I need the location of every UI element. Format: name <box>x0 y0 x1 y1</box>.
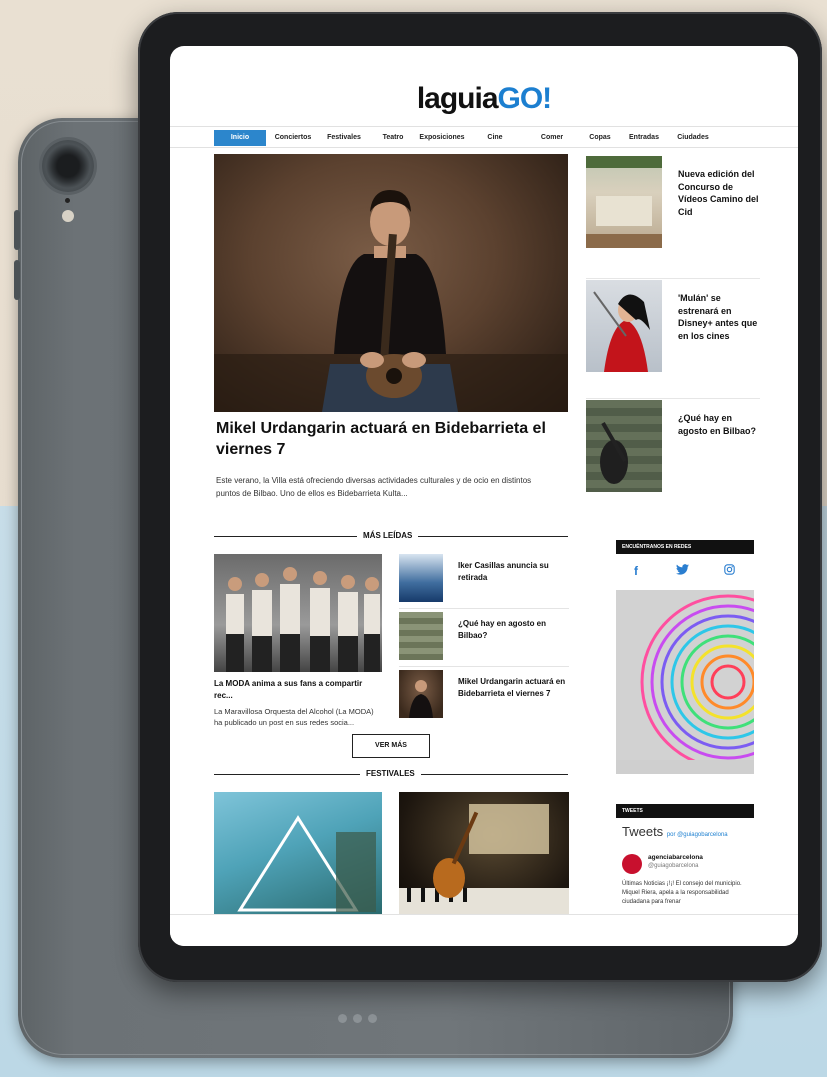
nav-item-festivales[interactable]: Festivales <box>320 130 368 146</box>
nav-item-entradas[interactable]: Entradas <box>622 130 666 146</box>
nav-item-ciudades[interactable]: Ciudades <box>672 130 714 146</box>
volume-button <box>14 260 20 300</box>
divider <box>399 608 569 609</box>
nav-item-comer[interactable]: Comer <box>532 130 572 146</box>
nav-item-copas[interactable]: Copas <box>584 130 616 146</box>
microphone-dot <box>65 198 70 203</box>
hero-image[interactable] <box>214 154 568 412</box>
twitter-icon[interactable] <box>676 564 689 578</box>
mas-leidas-item-title[interactable]: ¿Qué hay en agosto en Bilbao? <box>458 618 566 642</box>
side-news-title[interactable]: 'Mulán' se estrenará en Disney+ antes qu… <box>678 292 760 342</box>
smart-connector <box>338 1014 377 1023</box>
main-nav: Inicio Conciertos Festivales Teatro Expo… <box>170 126 798 148</box>
mas-leidas-item-image[interactable] <box>399 554 443 602</box>
mas-leidas-item-image[interactable] <box>399 612 443 660</box>
hero-lead: Este verano, la Villa está ofreciendo di… <box>216 476 532 498</box>
tweets-title-text: Tweets <box>622 824 664 839</box>
browser-bottom-bar <box>170 914 798 946</box>
mas-leidas-item-image[interactable] <box>399 670 443 718</box>
tweets-title: Tweets por @guiagobarcelona <box>622 824 728 839</box>
festival-card-image[interactable] <box>399 792 569 914</box>
side-news-title[interactable]: ¿Qué hay en agosto en Bilbao? <box>678 412 760 437</box>
ver-mas-button[interactable]: VER MÁS <box>352 734 430 758</box>
nav-item-exposiciones[interactable]: Exposiciones <box>414 130 470 146</box>
facebook-icon[interactable]: f <box>634 564 638 578</box>
tweet-author-name[interactable]: agenciabarcelona <box>648 854 703 861</box>
site-logo[interactable]: laguiaGO! <box>170 82 798 116</box>
divider <box>586 278 760 279</box>
volume-button <box>14 210 20 250</box>
divider <box>399 666 569 667</box>
divider <box>586 398 760 399</box>
nav-item-inicio[interactable]: Inicio <box>214 130 266 146</box>
tweet-author-handle[interactable]: @guiagobarcelona <box>648 863 698 869</box>
section-title-mas-leidas: MÁS LEÍDAS <box>357 531 419 540</box>
tablet-screen: laguiaGO! Inicio Conciertos Festivales T… <box>170 46 798 946</box>
nav-item-conciertos[interactable]: Conciertos <box>268 130 318 146</box>
logo-text: laguia <box>416 82 499 115</box>
festival-card-image[interactable] <box>214 792 382 914</box>
section-title-festivales: FESTIVALES <box>360 769 421 778</box>
hero-headline[interactable]: Mikel Urdangarin actuará en Bidebarrieta… <box>216 418 566 460</box>
side-news-image[interactable] <box>586 280 662 372</box>
mas-leidas-item-title[interactable]: Mikel Urdangarin actuará en Bidebarrieta… <box>458 676 566 700</box>
flash-icon <box>62 210 74 222</box>
rear-camera-icon <box>42 140 94 192</box>
tweets-widget-header: TWEETS <box>616 804 754 818</box>
side-news-title[interactable]: Nueva edición del Concurso de Vídeos Cam… <box>678 168 760 218</box>
mas-leidas-featured-text: La Maravillosa Orquesta del Alcohol (La … <box>214 707 374 727</box>
social-widget-header: ENCUÉNTRANOS EN REDES <box>616 540 754 554</box>
tweet-text: Últimas Noticias ¡!¡! El consejo del mun… <box>622 881 742 905</box>
side-news-image[interactable] <box>586 156 662 248</box>
logo-accent: GO! <box>497 82 553 115</box>
mas-leidas-featured-image[interactable] <box>214 554 382 672</box>
tweets-by-link[interactable]: por @guiagobarcelona <box>667 832 728 838</box>
nav-item-cine[interactable]: Cine <box>482 130 508 146</box>
sidebar-poster[interactable] <box>616 590 754 774</box>
avatar[interactable] <box>622 854 642 874</box>
mas-leidas-item-title[interactable]: Iker Casillas anuncia su retirada <box>458 560 566 584</box>
instagram-icon[interactable] <box>724 564 735 578</box>
mas-leidas-featured-title[interactable]: La MODA anima a sus fans a compartir rec… <box>214 678 382 702</box>
nav-item-teatro[interactable]: Teatro <box>376 130 410 146</box>
side-news-image[interactable] <box>586 400 662 492</box>
